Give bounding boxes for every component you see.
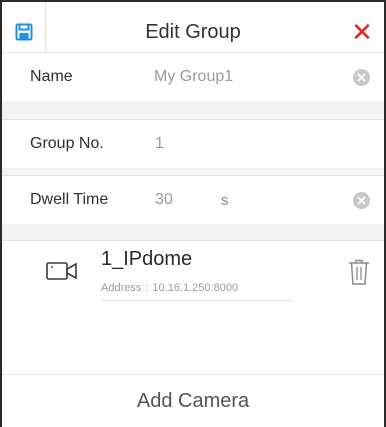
address-label: Address <box>101 282 142 294</box>
trash-icon[interactable] <box>347 258 371 286</box>
name-input[interactable]: My Group1 <box>154 53 233 101</box>
edit-group-dialog: Edit Group ✕ Name My Group1 Group No. 1 … <box>0 0 386 427</box>
clear-dwell-time-button[interactable] <box>353 192 370 209</box>
add-camera-button[interactable]: Add Camera <box>2 374 384 427</box>
dwell-time-label: Dwell Time <box>30 191 109 208</box>
camera-address: Address:10.16.1.250:8000 <box>101 282 293 301</box>
list-item[interactable]: 1_IPdome Address:10.16.1.250:8000 <box>2 241 384 311</box>
camera-list: 1_IPdome Address:10.16.1.250:8000 <box>2 240 384 374</box>
group-no-value: 1 <box>155 135 164 152</box>
clear-icon <box>357 196 366 205</box>
section-gap <box>2 224 384 240</box>
close-icon: ✕ <box>351 16 373 47</box>
camera-icon <box>46 262 77 280</box>
clear-name-button[interactable] <box>353 69 370 86</box>
section-gap <box>2 101 384 120</box>
group-no-label: Group No. <box>30 135 104 152</box>
address-value: 10.16.1.250:8000 <box>152 282 239 294</box>
clear-icon <box>357 73 366 82</box>
save-icon <box>15 23 32 41</box>
name-row: Name My Group1 <box>2 52 384 102</box>
dwell-time-input[interactable]: 30 <box>155 176 173 224</box>
address-separator: : <box>145 282 149 294</box>
dwell-time-row: Dwell Time 30 s <box>2 175 384 225</box>
name-label: Name <box>30 68 73 85</box>
dwell-time-unit: s <box>221 191 229 209</box>
group-no-row: Group No. 1 <box>2 119 384 169</box>
camera-name: 1_IPdome <box>101 248 193 270</box>
